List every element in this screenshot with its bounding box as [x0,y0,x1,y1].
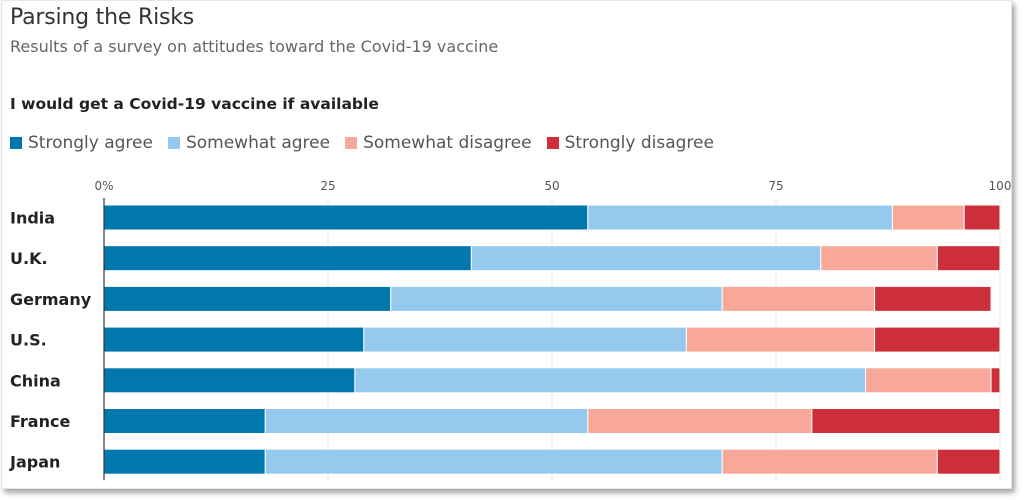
bar-somewhat-agree [264,408,589,434]
bar-somewhat-disagree [721,285,876,312]
bar-somewhat-disagree [587,408,813,434]
bar-somewhat-agree [354,367,867,394]
bar-strongly-agree [103,204,589,231]
bar-somewhat-disagree [891,204,965,231]
x-tick-label: 100 [989,179,1012,193]
bar-strongly-agree [103,367,356,394]
bar-strongly-disagree [936,448,1001,475]
x-tick-label: 75 [768,179,783,193]
bar-strongly-disagree [874,285,992,312]
x-tick-label: 50 [544,179,559,193]
bar-strongly-disagree [936,245,1001,272]
bar-strongly-agree [103,408,266,434]
bar-somewhat-agree [470,245,822,272]
category-label: China [10,371,61,390]
bar-somewhat-disagree [820,245,938,272]
bar-strongly-disagree [963,204,1001,231]
bar-somewhat-disagree [865,367,992,394]
bar-somewhat-disagree [685,326,876,353]
category-label: France [10,412,70,431]
category-label: U.S. [10,331,47,350]
bar-somewhat-agree [264,448,723,475]
bar-strongly-agree [103,448,266,475]
category-label: U.K. [10,249,48,268]
bar-strongly-disagree [990,367,1001,394]
category-label: Japan [9,453,60,472]
bar-strongly-agree [103,245,472,272]
category-label: India [10,209,55,228]
bar-strongly-disagree [811,408,1001,434]
bar-somewhat-agree [587,204,893,231]
stacked-bar-chart: 0% 25 50 75 100 India U.K. Germany U.S. China Fran… [9,179,1012,481]
bar-strongly-disagree [874,326,1001,353]
bar-somewhat-disagree [721,448,938,475]
bar-somewhat-agree [390,285,723,312]
category-label: Germany [10,290,92,309]
x-tick-label: 25 [320,179,335,193]
bar-somewhat-agree [363,326,687,353]
bar-strongly-agree [103,326,365,353]
x-tick-label: 0% [94,179,113,193]
bar-strongly-agree [103,285,392,312]
